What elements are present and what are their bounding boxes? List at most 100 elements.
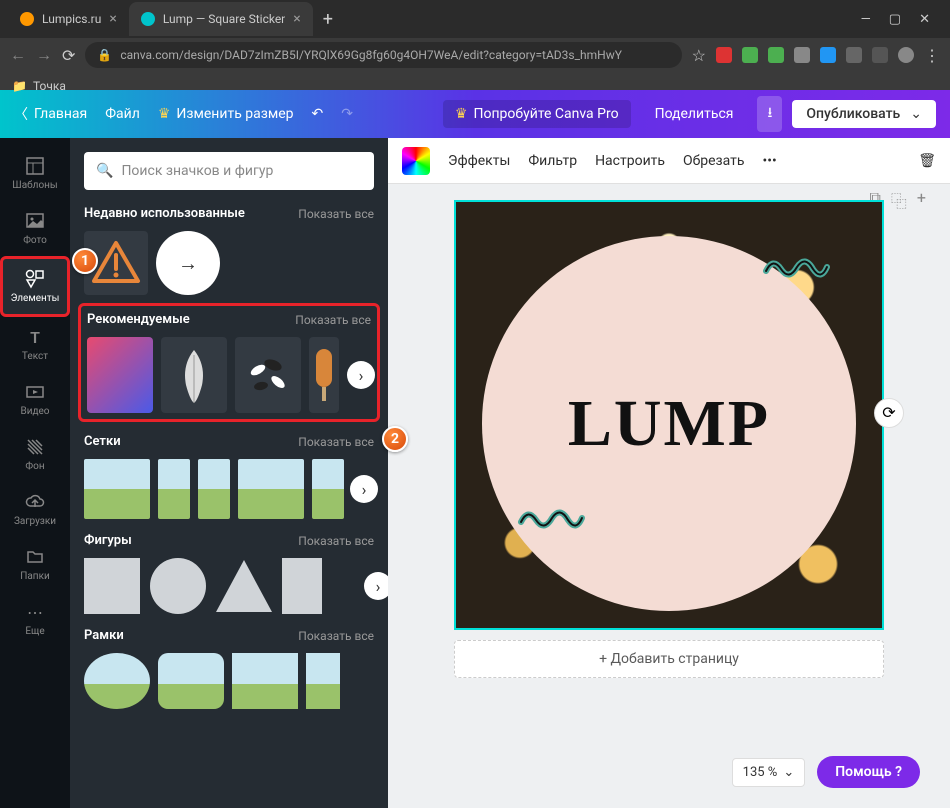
carousel-next-button[interactable]: › — [364, 572, 388, 600]
add-page-icon[interactable]: + — [917, 188, 926, 212]
annotation-badge-1: 1 — [72, 248, 98, 274]
home-button[interactable]: 〈 Главная — [14, 104, 87, 124]
photo-icon — [25, 211, 45, 231]
copy-page-icon[interactable]: ⿻ — [891, 188, 907, 212]
close-window-icon[interactable]: ✕ — [919, 12, 930, 27]
try-pro-button[interactable]: ♛ Попробуйте Canva Pro — [443, 100, 631, 128]
show-all-link[interactable]: Показать все — [298, 207, 374, 221]
more-button[interactable]: ••• — [763, 153, 777, 169]
grid-item[interactable] — [238, 459, 304, 519]
help-button[interactable]: Помощь ? — [817, 756, 920, 788]
add-page-button[interactable]: + Добавить страницу — [454, 640, 884, 678]
favicon-icon — [20, 12, 34, 26]
design-canvas[interactable]: LUMP ⟳ — [454, 200, 884, 630]
bookmark-star-icon[interactable]: ☆ — [692, 46, 706, 65]
redo-icon[interactable]: ↷ — [341, 106, 353, 122]
grid-item[interactable] — [84, 459, 150, 519]
bottom-bar: 135 % ⌄ Помощь ? — [732, 756, 920, 788]
shape-circle[interactable] — [150, 558, 206, 614]
menu-icon[interactable]: ⋮ — [924, 46, 940, 65]
frame-item[interactable] — [84, 653, 150, 709]
rotate-handle[interactable]: ⟳ — [874, 398, 904, 428]
element-feather[interactable] — [161, 337, 227, 413]
maximize-icon[interactable]: ▢ — [889, 12, 901, 27]
show-all-link[interactable]: Показать все — [298, 534, 374, 548]
grid-item[interactable] — [198, 459, 230, 519]
section-recent: Недавно использованные Показать все → — [84, 206, 374, 295]
squiggle-element[interactable] — [516, 504, 586, 534]
new-tab-button[interactable]: + — [313, 9, 343, 30]
squiggle-element[interactable] — [761, 253, 831, 283]
resize-menu[interactable]: ♛ Изменить размер — [158, 106, 294, 122]
forward-icon[interactable]: → — [36, 45, 52, 65]
nav-more[interactable]: ⋯ Еще — [0, 592, 70, 647]
file-menu[interactable]: Файл — [105, 106, 140, 122]
back-icon[interactable]: ← — [10, 45, 26, 65]
carousel-next-button[interactable]: › — [347, 361, 375, 389]
reload-icon[interactable]: ⟳ — [62, 46, 75, 65]
grid-item[interactable] — [158, 459, 190, 519]
extension-icon[interactable] — [820, 47, 836, 63]
filter-button[interactable]: Фильтр — [528, 153, 577, 169]
search-icon: 🔍 — [96, 163, 113, 179]
tab-lumpics[interactable]: Lumpics.ru × — [8, 2, 129, 36]
zoom-control[interactable]: 135 % ⌄ — [732, 758, 806, 787]
effects-button[interactable]: Эффекты — [448, 153, 510, 169]
url-input[interactable]: 🔒 canva.com/design/DAD7zImZB5I/YRQlX69Gg… — [85, 42, 681, 68]
show-all-link[interactable]: Показать все — [298, 435, 374, 449]
download-button[interactable]: ⭳ — [757, 96, 782, 132]
download-icon: ⭳ — [767, 105, 772, 121]
close-icon[interactable]: × — [293, 11, 300, 27]
color-picker[interactable] — [402, 147, 430, 175]
frame-item[interactable] — [306, 653, 340, 709]
nav-uploads[interactable]: Загрузки — [0, 482, 70, 537]
nav-background[interactable]: Фон — [0, 427, 70, 482]
section-grids: Сетки Показать все › — [84, 434, 374, 519]
arrow-right-icon: → — [178, 251, 198, 276]
frame-item[interactable] — [158, 653, 224, 709]
tabs-bar: Lumpics.ru × Lump — Square Sticker × + —… — [0, 0, 950, 38]
show-all-link[interactable]: Показать все — [295, 313, 371, 327]
section-title: Сетки — [84, 434, 121, 449]
extension-icon[interactable] — [768, 47, 784, 63]
nav-photos[interactable]: Фото — [0, 201, 70, 256]
search-input[interactable]: 🔍 Поиск значков и фигур — [84, 152, 374, 190]
extension-icon[interactable] — [846, 47, 862, 63]
element-popsicle[interactable] — [309, 337, 339, 413]
delete-icon[interactable]: 🗑 — [918, 153, 936, 169]
frame-item[interactable] — [232, 653, 298, 709]
publish-button[interactable]: Опубликовать ⌄ — [792, 100, 936, 128]
undo-icon[interactable]: ↶ — [312, 106, 324, 122]
extension-icon[interactable] — [872, 47, 888, 63]
extension-icon[interactable] — [716, 47, 732, 63]
nav-elements[interactable]: Элементы — [0, 256, 70, 317]
extension-icon[interactable] — [794, 47, 810, 63]
crop-button[interactable]: Обрезать — [683, 153, 745, 169]
nav-folders[interactable]: Папки — [0, 537, 70, 592]
share-button[interactable]: Поделиться — [641, 100, 748, 128]
sticker-text[interactable]: LUMP — [568, 386, 770, 462]
nav-templates[interactable]: Шаблоны — [0, 146, 70, 201]
minimize-icon[interactable]: — — [861, 12, 871, 27]
grid-item[interactable] — [312, 459, 344, 519]
carousel-next-button[interactable]: › — [350, 475, 378, 503]
shape-triangle[interactable] — [216, 560, 272, 612]
show-all-link[interactable]: Показать все — [298, 629, 374, 643]
adjust-button[interactable]: Настроить — [595, 153, 665, 169]
extension-icon[interactable] — [742, 47, 758, 63]
shape-square[interactable] — [282, 558, 322, 614]
avatar-icon[interactable] — [898, 47, 914, 63]
recent-item-arrow[interactable]: → — [156, 231, 220, 295]
bookmark-folder[interactable]: Точка — [33, 79, 66, 93]
section-title: Рамки — [84, 628, 124, 643]
element-leaves[interactable] — [235, 337, 301, 413]
url-text: canva.com/design/DAD7zImZB5I/YRQlX69Gg8f… — [120, 48, 622, 62]
tab-canva[interactable]: Lump — Square Sticker × — [129, 2, 313, 36]
side-nav: Шаблоны Фото Элементы T Текст Видео Фон … — [0, 138, 70, 808]
nav-text[interactable]: T Текст — [0, 317, 70, 372]
sticker-circle[interactable]: LUMP — [482, 236, 857, 611]
shape-square[interactable] — [84, 558, 140, 614]
element-illustration-1[interactable] — [87, 337, 153, 413]
nav-video[interactable]: Видео — [0, 372, 70, 427]
close-icon[interactable]: × — [109, 11, 116, 27]
